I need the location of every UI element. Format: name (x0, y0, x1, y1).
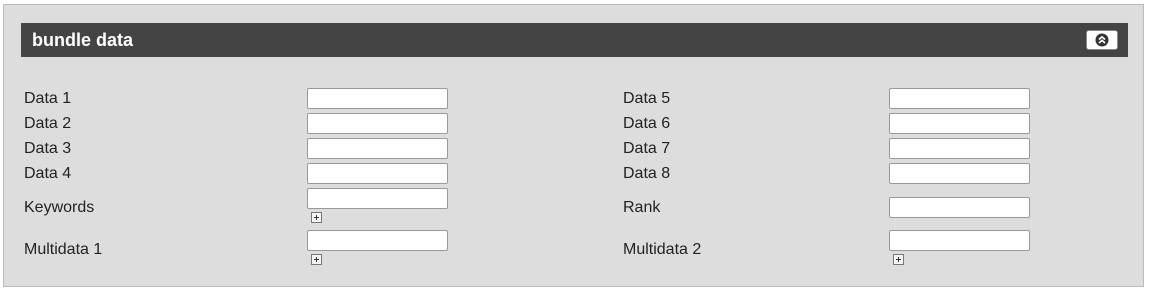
keywords-input[interactable] (307, 188, 448, 209)
rank-input[interactable] (889, 197, 1030, 218)
data1-input[interactable] (307, 88, 448, 109)
data6-label: Data 6 (623, 115, 671, 132)
panel-header: bundle data (21, 23, 1128, 57)
data7-label: Data 7 (623, 140, 671, 157)
multidata1-input[interactable] (307, 230, 448, 251)
collapse-up-icon (1095, 33, 1109, 47)
data7-input[interactable] (889, 138, 1030, 159)
data6-input[interactable] (889, 113, 1030, 134)
data1-label: Data 1 (24, 90, 72, 107)
data3-label: Data 3 (24, 140, 72, 157)
multidata2-label: Multidata 2 (623, 241, 702, 258)
data2-label: Data 2 (24, 115, 72, 132)
panel-title: bundle data (32, 30, 134, 50)
data4-input[interactable] (307, 163, 448, 184)
rank-label: Rank (623, 199, 661, 216)
bundle-data-panel: bundle data Data 1 Data 2 Data 3 Data 4 … (3, 4, 1144, 287)
multidata1-label: Multidata 1 (24, 241, 103, 258)
data5-label: Data 5 (623, 90, 671, 107)
data2-input[interactable] (307, 113, 448, 134)
keywords-add-icon[interactable] (311, 212, 322, 223)
collapse-button[interactable] (1086, 30, 1118, 50)
data4-label: Data 4 (24, 165, 72, 182)
keywords-label: Keywords (24, 199, 95, 216)
data3-input[interactable] (307, 138, 448, 159)
multidata2-add-icon[interactable] (893, 254, 904, 265)
data8-input[interactable] (889, 163, 1030, 184)
data5-input[interactable] (889, 88, 1030, 109)
multidata2-input[interactable] (889, 230, 1030, 251)
data8-label: Data 8 (623, 165, 671, 182)
multidata1-add-icon[interactable] (311, 254, 322, 265)
